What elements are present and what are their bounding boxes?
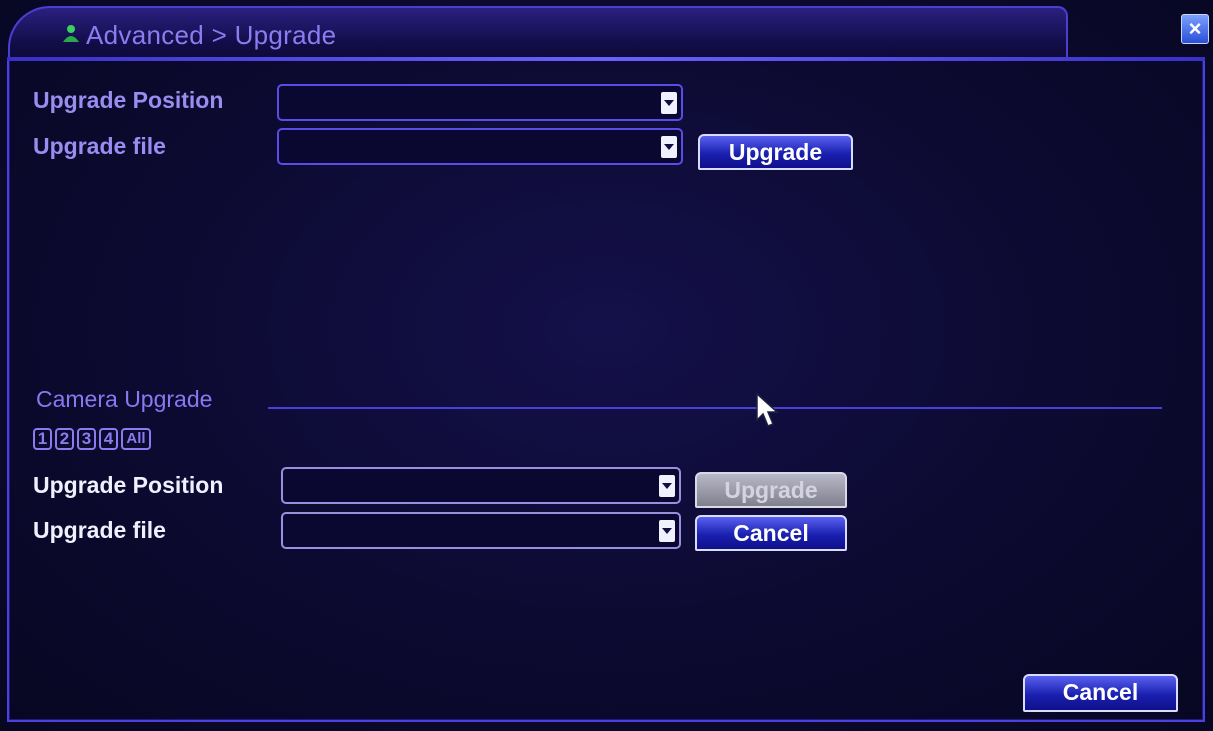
channel-3-checkbox[interactable]: 3 <box>77 428 96 450</box>
channel-4-checkbox[interactable]: 4 <box>99 428 118 450</box>
upgrade-file-dropdown[interactable] <box>277 128 683 165</box>
upgrade-position-dropdown[interactable] <box>277 84 683 121</box>
mouse-pointer-icon <box>756 392 779 427</box>
upgrade-screen: Advanced > Upgrade × Upgrade Position Up… <box>0 0 1213 731</box>
section-divider <box>268 407 1162 409</box>
upgrade-position-label: Upgrade Position <box>33 87 224 113</box>
divider <box>7 57 1205 61</box>
cancel-button[interactable]: Cancel <box>1023 674 1178 712</box>
close-button[interactable]: × <box>1181 14 1209 44</box>
chevron-down-icon[interactable] <box>659 520 675 542</box>
title-bar: Advanced > Upgrade <box>8 6 1068 58</box>
channel-selector: 1 2 3 4 All <box>33 428 151 450</box>
camera-upgrade-position-dropdown[interactable] <box>281 467 681 504</box>
camera-upgrade-title: Camera Upgrade <box>36 386 213 412</box>
page-title: Advanced > Upgrade <box>86 20 337 50</box>
camera-upgrade-file-label: Upgrade file <box>33 517 166 543</box>
channel-1-checkbox[interactable]: 1 <box>33 428 52 450</box>
channel-all-checkbox[interactable]: All <box>121 428 151 450</box>
camera-upgrade-file-dropdown[interactable] <box>281 512 681 549</box>
camera-upgrade-button[interactable]: Upgrade <box>695 472 847 508</box>
channel-2-checkbox[interactable]: 2 <box>55 428 74 450</box>
person-icon <box>63 25 79 42</box>
chevron-down-icon[interactable] <box>659 475 675 497</box>
close-icon: × <box>1188 16 1202 41</box>
chevron-down-icon[interactable] <box>661 136 677 158</box>
chevron-down-icon[interactable] <box>661 92 677 114</box>
upgrade-button[interactable]: Upgrade <box>698 134 853 170</box>
upgrade-file-label: Upgrade file <box>33 133 166 159</box>
camera-cancel-button[interactable]: Cancel <box>695 515 847 551</box>
camera-upgrade-position-label: Upgrade Position <box>33 472 224 498</box>
